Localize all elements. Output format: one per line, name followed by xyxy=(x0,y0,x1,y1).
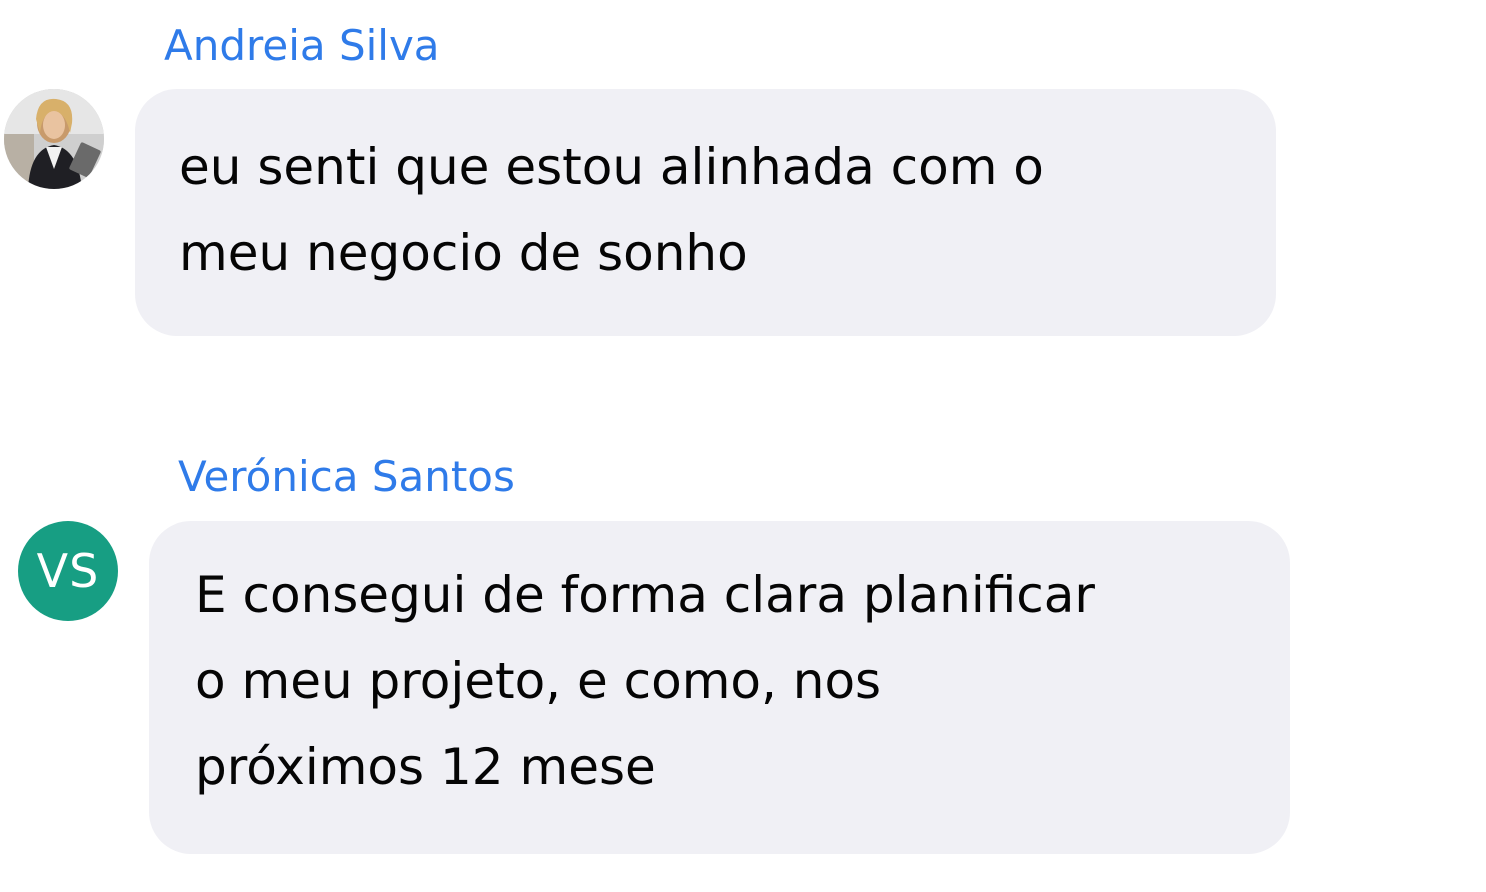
sender-name[interactable]: Andreia Silva xyxy=(164,25,440,67)
message-bubble[interactable]: eu senti que estou alinhada com o meu ne… xyxy=(135,89,1276,336)
message-bubble[interactable]: E consegui de forma clara planificar o m… xyxy=(149,521,1290,854)
profile-photo-icon xyxy=(4,89,104,189)
initials-avatar[interactable]: VS xyxy=(18,521,118,621)
user-photo-icon[interactable] xyxy=(4,89,104,189)
sender-name[interactable]: Verónica Santos xyxy=(178,456,515,498)
